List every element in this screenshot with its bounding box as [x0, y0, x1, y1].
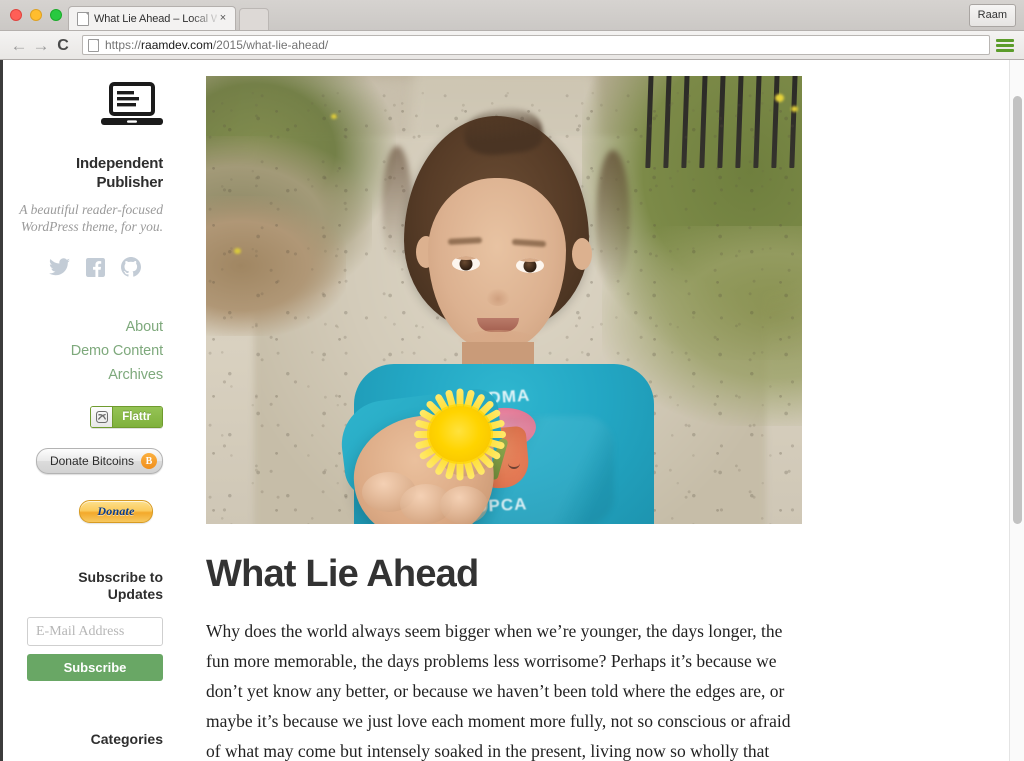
window-traffic-lights — [10, 9, 62, 21]
page-icon — [77, 11, 89, 26]
browser-toolbar: ← → C https://raamdev.com/2015/what-lie-… — [0, 31, 1024, 60]
photo-child: ANDMA CUPCA — [336, 104, 664, 524]
photo-dandelion-core — [429, 406, 491, 462]
site-sidebar: Independent Publisher A beautiful reader… — [3, 60, 200, 761]
tagline-line-2: WordPress theme, for you. — [20, 219, 163, 234]
zoom-window-button[interactable] — [50, 9, 62, 21]
paypal-row: Donate — [3, 500, 163, 523]
browser-window: What Lie Ahead – Local Wo × Raam ← → C h… — [0, 0, 1024, 761]
donate-bitcoins-label: Donate Bitcoins — [49, 454, 134, 468]
flattr-label: Flattr — [113, 407, 162, 427]
facebook-icon[interactable] — [86, 257, 105, 277]
url-path: /2015/what-lie-ahead/ — [212, 37, 329, 52]
page-info-icon[interactable] — [88, 38, 99, 52]
back-button[interactable]: ← — [8, 37, 30, 54]
laptop-icon — [101, 82, 163, 125]
flattr-icon — [91, 407, 114, 427]
tab-title: What Lie Ahead – Local Wo — [94, 12, 217, 25]
sidebar-navigation: About Demo Content Archives — [3, 317, 163, 386]
vertical-scrollbar[interactable] — [1009, 60, 1024, 761]
photo-knuckle — [440, 486, 488, 524]
bitcoin-icon: B — [141, 453, 157, 469]
paypal-donate-button[interactable]: Donate — [79, 500, 153, 523]
photo-child-eye-right — [516, 258, 544, 273]
page-title: What Lie Ahead — [206, 553, 479, 595]
github-octocat-glyph — [121, 257, 141, 277]
twitter-bird-glyph — [49, 258, 70, 276]
photo-child-nose — [486, 288, 510, 306]
url-scheme: https:// — [105, 37, 142, 52]
tagline-line-1: A beautiful reader-focused — [19, 202, 163, 217]
page-content: Independent Publisher A beautiful reader… — [3, 60, 1010, 761]
subscribe-button[interactable]: Subscribe — [27, 654, 163, 681]
main-column: ANDMA CUPCA — [200, 60, 1010, 761]
close-window-button[interactable] — [10, 9, 22, 21]
photo-wildflower — [234, 248, 241, 254]
donate-bitcoins-button[interactable]: Donate Bitcoins B — [35, 448, 163, 474]
page-viewport: Independent Publisher A beautiful reader… — [0, 60, 1024, 761]
browser-tab[interactable]: What Lie Ahead – Local Wo × — [68, 6, 236, 30]
photo-dandelion — [408, 388, 512, 480]
photo-hair-wisp-right — [596, 150, 630, 290]
new-tab-button[interactable] — [239, 8, 269, 30]
menu-line — [996, 38, 1014, 42]
github-icon[interactable] — [121, 257, 141, 277]
menu-line — [996, 48, 1014, 52]
photo-wildflower — [775, 94, 784, 102]
address-bar[interactable]: https://raamdev.com/2015/what-lie-ahead/ — [82, 35, 990, 55]
photo-wildflower — [791, 106, 798, 112]
site-title-line-2: Publisher — [96, 174, 163, 191]
site-logo[interactable] — [3, 82, 163, 134]
facebook-f-glyph — [86, 257, 105, 277]
site-title-line-1: Independent — [76, 155, 163, 172]
site-tagline: A beautiful reader-focused WordPress the… — [3, 201, 163, 235]
scrollbar-thumb[interactable] — [1013, 96, 1022, 524]
subscribe-heading: Subscribe to Updates — [3, 569, 163, 603]
subscribe-heading-line-1: Subscribe to — [78, 569, 163, 585]
email-input[interactable] — [27, 617, 163, 646]
flattr-logo-glyph — [95, 411, 108, 423]
flattr-row: Flattr — [3, 406, 163, 428]
twitter-icon[interactable] — [49, 258, 70, 276]
minimize-window-button[interactable] — [30, 9, 42, 21]
url-text: https://raamdev.com/2015/what-lie-ahead/ — [105, 37, 329, 52]
featured-image[interactable]: ANDMA CUPCA — [206, 76, 802, 524]
article-paragraph: Why does the world always seem bigger wh… — [206, 621, 791, 761]
tab-strip: What Lie Ahead – Local Wo × Raam — [0, 0, 1024, 31]
hamburger-menu-icon[interactable] — [996, 36, 1014, 54]
menu-line — [996, 43, 1014, 47]
profile-button[interactable]: Raam — [968, 4, 1016, 27]
photo-wildflower — [331, 114, 337, 119]
forward-button[interactable]: → — [30, 37, 52, 54]
sidebar-item-demo-content[interactable]: Demo Content — [3, 341, 163, 362]
bitcoin-row: Donate Bitcoins B — [3, 448, 163, 474]
photo-child-ear-right — [572, 238, 592, 270]
social-links — [3, 257, 163, 277]
sidebar-item-about[interactable]: About — [3, 317, 164, 338]
reload-button[interactable]: C — [52, 37, 74, 54]
subscribe-heading-line-2: Updates — [107, 586, 163, 602]
close-tab-button[interactable]: × — [217, 13, 229, 24]
sidebar-item-archives[interactable]: Archives — [3, 365, 163, 386]
url-host: raamdev.com — [141, 37, 213, 52]
site-title[interactable]: Independent Publisher — [3, 154, 163, 192]
categories-heading: Categories — [90, 731, 163, 747]
photo-child-eye-left — [452, 256, 480, 271]
flattr-button[interactable]: Flattr — [90, 406, 163, 428]
